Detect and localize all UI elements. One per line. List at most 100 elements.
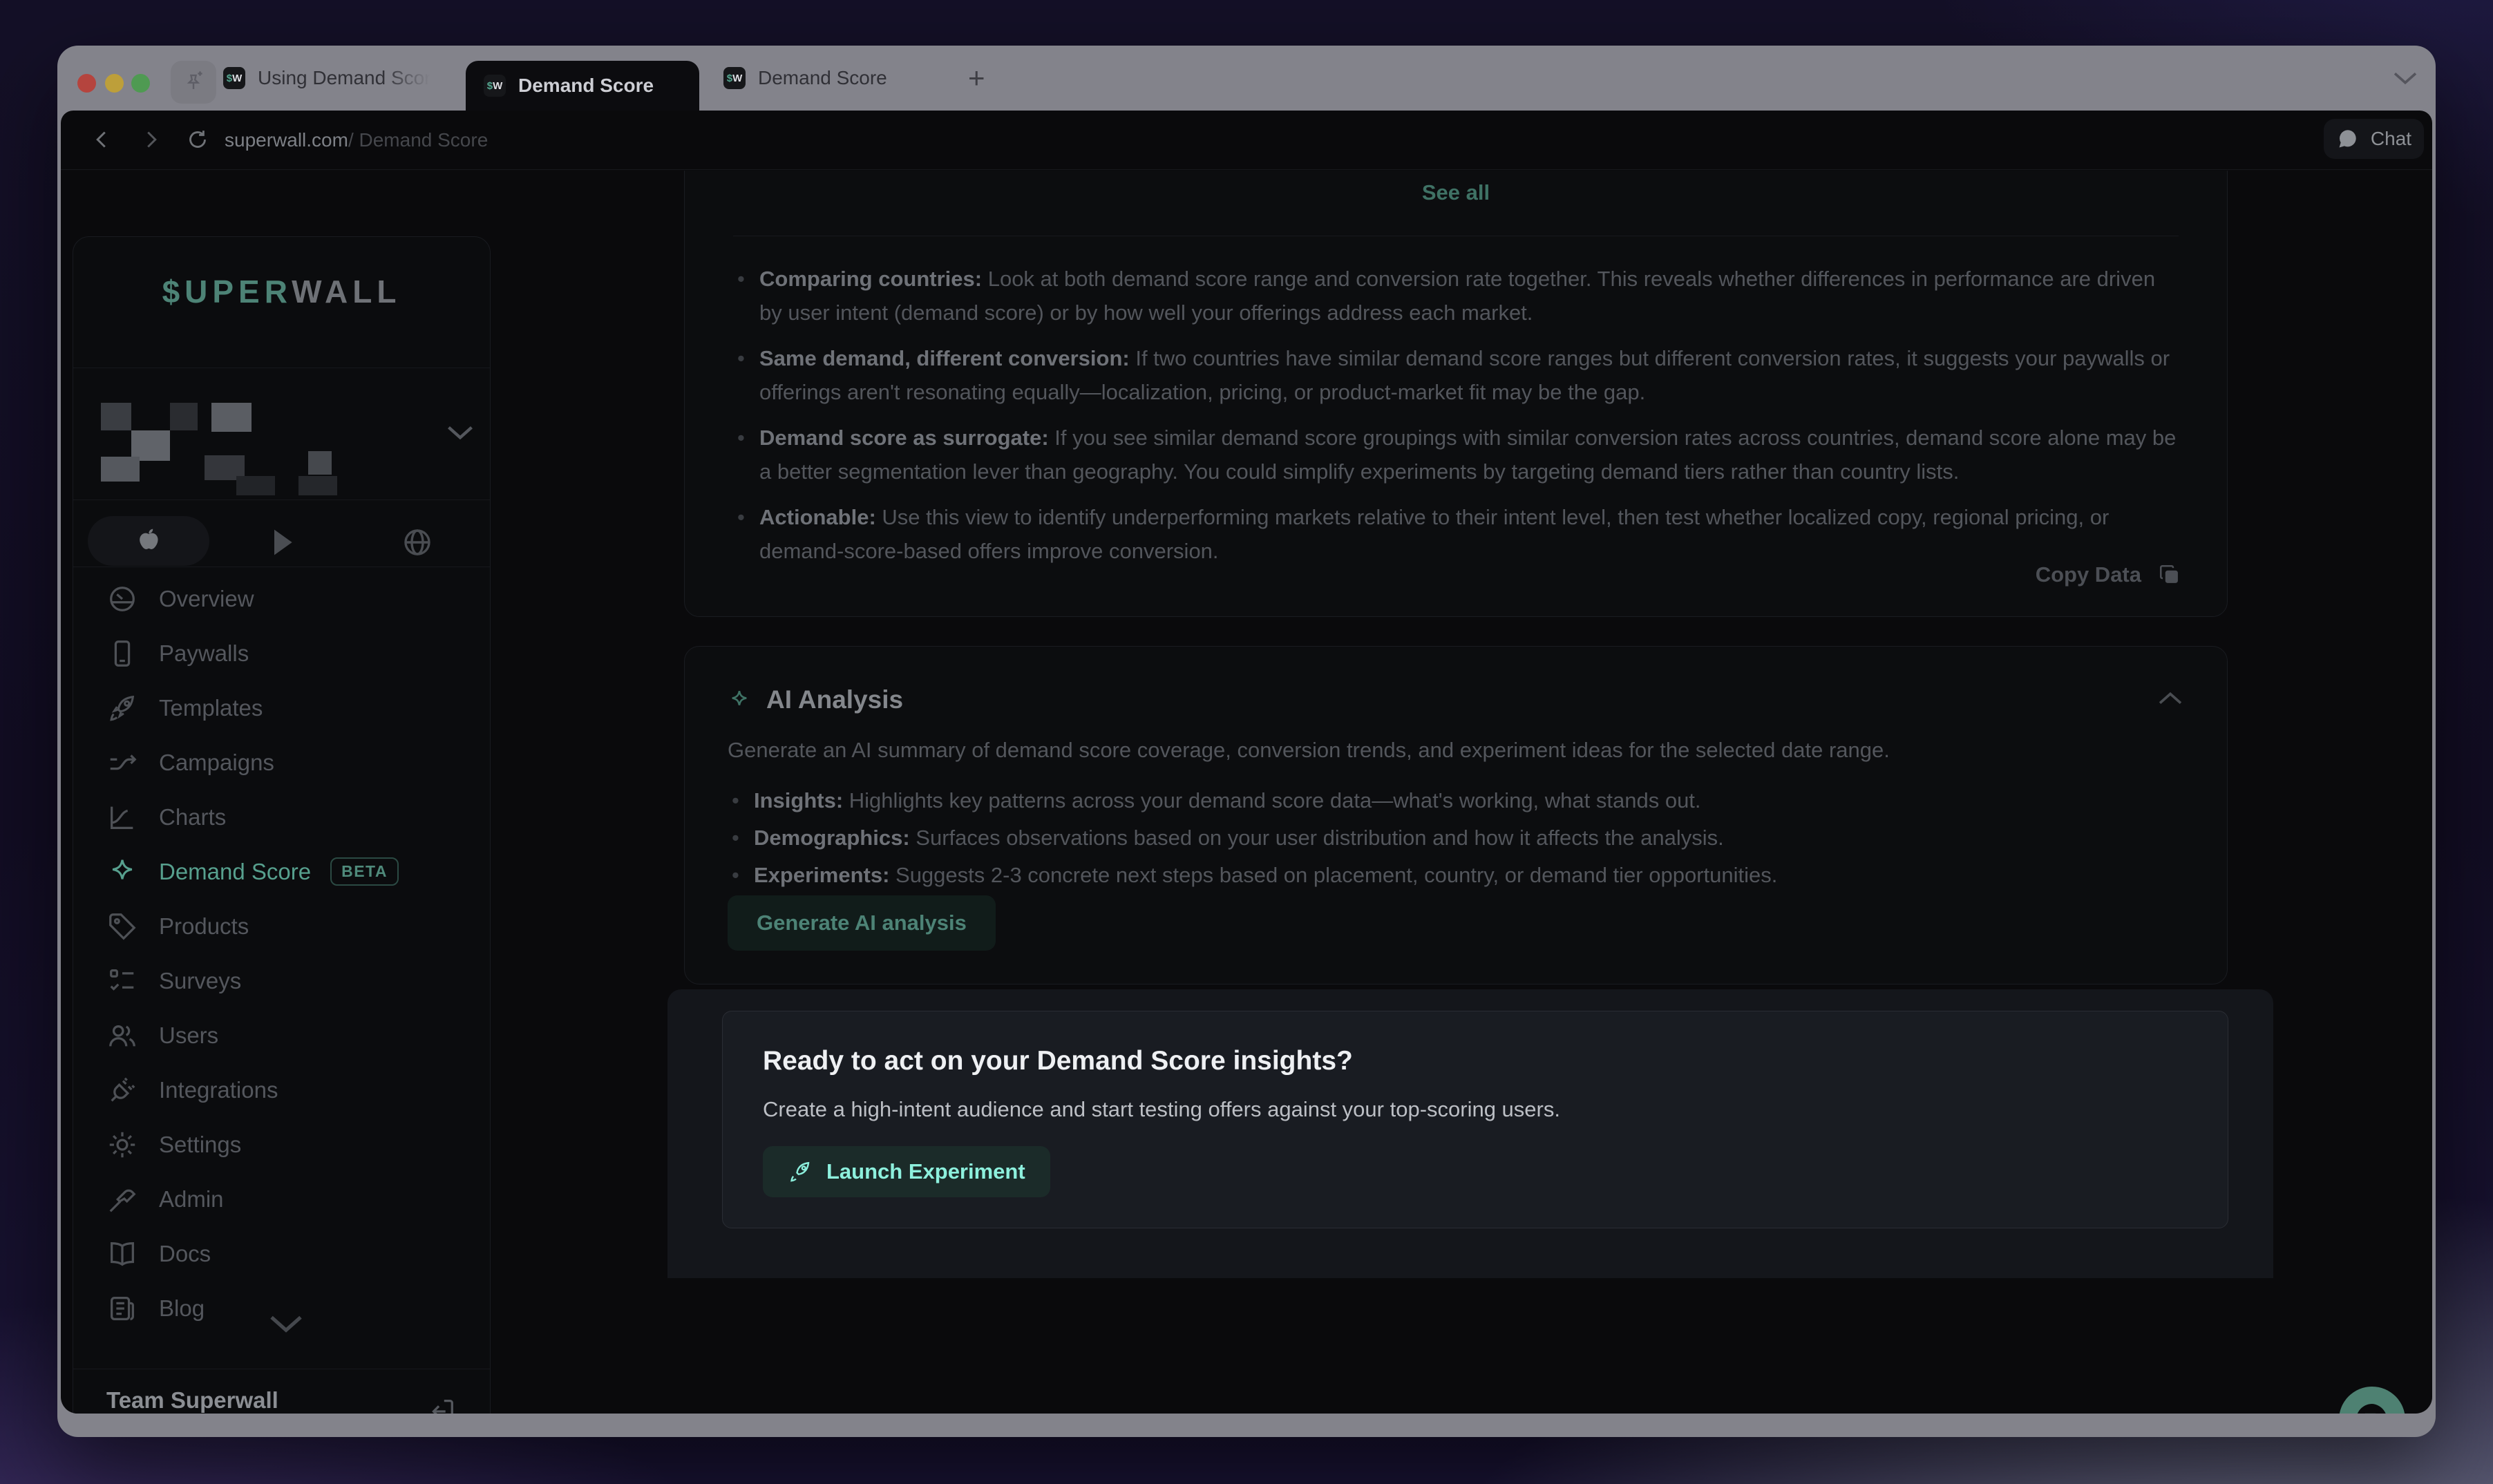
new-tab-button[interactable]: + [968, 46, 985, 111]
minimize-window-button[interactable] [105, 74, 124, 93]
sidebar-item-demand-score[interactable]: Demand Score BETA [73, 844, 490, 899]
tab-demand-score-2[interactable]: $W Demand Score [723, 46, 887, 111]
sidebar-item-admin[interactable]: Admin [73, 1172, 490, 1226]
browser-toolbar: superwall.com / Demand Score Chat [61, 111, 2432, 170]
url-domain: superwall.com [225, 129, 348, 151]
tab-title: Demand Score [758, 67, 887, 89]
sidebar-item-label: Demand Score [159, 859, 311, 885]
main-content: See all Comparing countries: Look at bot… [684, 171, 2228, 1414]
copy-icon [2158, 563, 2181, 587]
see-all-link[interactable]: See all [685, 180, 2227, 205]
launch-experiment-callout: Ready to act on your Demand Score insigh… [722, 1011, 2228, 1228]
sidebar-item-label: Products [159, 913, 249, 940]
platform-tab-ios[interactable] [88, 516, 209, 566]
sidebar-item-settings[interactable]: Settings [73, 1117, 490, 1172]
page-demand-score: $UPERWALL [61, 171, 2432, 1414]
refresh-button[interactable] [185, 127, 210, 152]
sparkle-icon [728, 688, 751, 712]
platform-tab-android[interactable] [267, 526, 297, 559]
sidebar-item-users[interactable]: Users [73, 1008, 490, 1063]
workspace-chevron-down-icon[interactable] [445, 422, 475, 443]
ai-analysis-header: AI Analysis [728, 685, 2184, 714]
gear-icon [106, 1129, 138, 1161]
sidebar-footer: Team Superwall team@superwall.me [73, 1369, 490, 1414]
sidebar-item-label: Templates [159, 695, 263, 721]
tab-demand-score-active[interactable]: $W Demand Score [466, 61, 699, 111]
tab-title: Demand Score [518, 75, 654, 97]
sidebar-item-label: Paywalls [159, 640, 249, 667]
ai-bullet-list: Insights: Highlights key patterns across… [728, 783, 2184, 892]
sidebar-item-paywalls[interactable]: Paywalls [73, 626, 490, 681]
zoom-window-button[interactable] [131, 74, 150, 93]
users-icon [106, 1020, 138, 1052]
desktop: $W Using Demand Score i $W Demand Score … [0, 0, 2493, 1484]
generate-ai-analysis-button[interactable]: Generate AI analysis [728, 895, 996, 951]
list-item: Same demand, different conversion: If tw… [733, 341, 2179, 409]
collapse-chevron-up-icon[interactable] [2157, 689, 2184, 707]
insights-bullet-list: Comparing countries: Look at both demand… [733, 262, 2179, 580]
sidebar-item-label: Blog [159, 1295, 205, 1322]
sidebar-item-charts[interactable]: Charts [73, 790, 490, 844]
list-item: Actionable: Use this view to identify un… [733, 500, 2179, 568]
platform-tab-web[interactable] [401, 526, 434, 559]
superwall-favicon: $W [723, 67, 746, 89]
sidebar: $UPERWALL [73, 236, 491, 1414]
sidebar-item-integrations[interactable]: Integrations [73, 1063, 490, 1117]
chat-bubble-icon [2336, 127, 2360, 151]
sidebar-item-label: Docs [159, 1241, 211, 1267]
list-item: Demand score as surrogate: If you see si… [733, 421, 2179, 488]
logout-icon[interactable] [425, 1396, 457, 1414]
list-item: Comparing countries: Look at both demand… [733, 262, 2179, 330]
forward-button[interactable] [138, 127, 163, 152]
callout-heading: Ready to act on your Demand Score insigh… [763, 1046, 2188, 1076]
browser-content: superwall.com / Demand Score Chat $UPERW… [61, 111, 2432, 1414]
copy-data-button[interactable]: Copy Data [2036, 562, 2181, 587]
sidebar-item-label: Surveys [159, 968, 241, 994]
close-window-button[interactable] [77, 74, 96, 93]
sidebar-item-label: Integrations [159, 1077, 278, 1103]
sidebar-item-overview[interactable]: Overview [73, 571, 490, 626]
ai-analysis-title: AI Analysis [766, 685, 903, 714]
sidebar-item-products[interactable]: Products [73, 899, 490, 953]
rocket-icon [106, 692, 138, 724]
browser-window: $W Using Demand Score i $W Demand Score … [57, 46, 2436, 1437]
ai-analysis-card: AI Analysis Generate an AI summary of de… [684, 646, 2228, 984]
tab-using-demand-score[interactable]: $W Using Demand Score i [223, 46, 430, 111]
tab-overflow-chevron-down-icon[interactable] [2391, 68, 2419, 88]
back-button[interactable] [90, 127, 115, 152]
tag-icon [106, 911, 138, 942]
bottom-panel: Ready to act on your Demand Score insigh… [667, 989, 2273, 1278]
sidebar-item-templates[interactable]: Templates [73, 681, 490, 735]
rocket-icon [788, 1159, 813, 1184]
copy-data-label: Copy Data [2036, 562, 2141, 587]
launch-experiment-label: Launch Experiment [826, 1159, 1025, 1184]
launch-experiment-button[interactable]: Launch Experiment [763, 1146, 1050, 1197]
callout-body: Create a high-intent audience and start … [763, 1097, 2188, 1122]
workspace-name-redacted [101, 403, 350, 479]
sidebar-item-surveys[interactable]: Surveys [73, 953, 490, 1008]
sidebar-scroll-chevron-down-icon[interactable] [267, 1312, 305, 1335]
tab-strip: $W Using Demand Score i $W Demand Score … [57, 46, 2436, 111]
plug-icon [106, 1074, 138, 1106]
list-item: Insights: Highlights key patterns across… [728, 783, 2184, 817]
chat-bubble-icon [2352, 1400, 2392, 1414]
superwall-logo: $UPERWALL [73, 273, 490, 310]
book-icon [106, 1238, 138, 1270]
chart-line-icon [106, 801, 138, 833]
sidebar-nav: Overview Paywalls [73, 571, 490, 1335]
support-chat-fab[interactable] [2339, 1387, 2405, 1414]
sidebar-item-label: Charts [159, 804, 226, 830]
checklist-icon [106, 965, 138, 997]
sidebar-item-campaigns[interactable]: Campaigns [73, 735, 490, 790]
pin-tab-button[interactable] [171, 61, 216, 104]
sidebar-item-docs[interactable]: Docs [73, 1226, 490, 1281]
apple-icon [133, 524, 164, 558]
chat-label: Chat [2371, 128, 2411, 150]
beta-badge: BETA [330, 857, 399, 886]
address-bar[interactable]: superwall.com / Demand Score [225, 111, 488, 170]
chat-button[interactable]: Chat [2324, 119, 2424, 159]
superwall-favicon: $W [223, 67, 245, 89]
url-path: / Demand Score [348, 129, 488, 151]
sidebar-item-label: Campaigns [159, 750, 274, 776]
pin-icon [182, 70, 205, 94]
